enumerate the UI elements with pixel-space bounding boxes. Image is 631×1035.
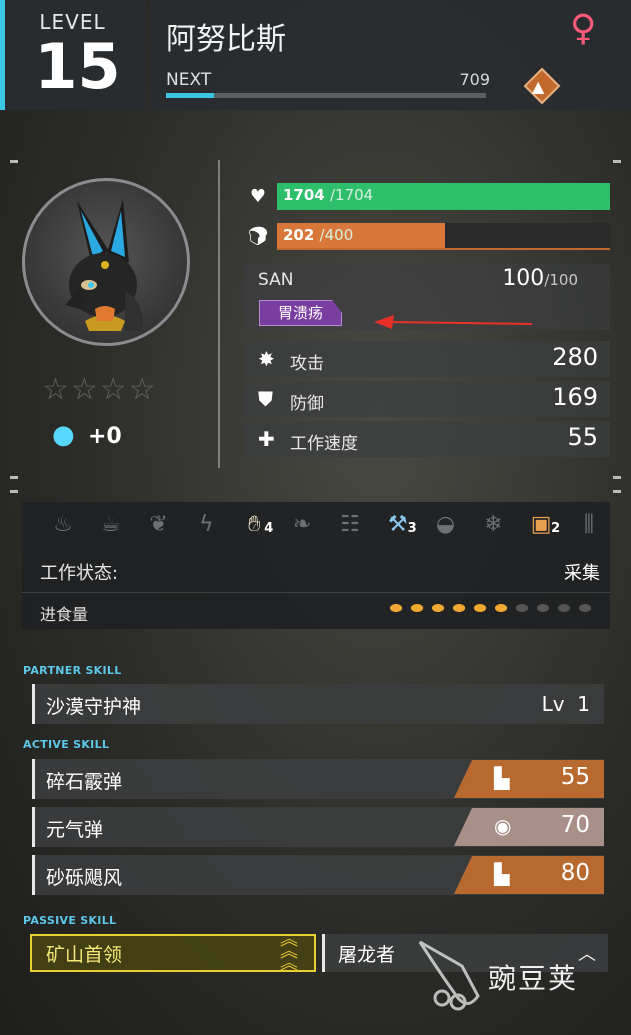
food-bread-icon: ⬬: [410, 599, 424, 617]
rank-stars: ☆☆☆☆: [42, 372, 158, 407]
neutral-element-icon: ◉: [494, 814, 512, 838]
work-status-label: 工作状态:: [40, 563, 119, 584]
lumbering-icon: ☷: [340, 512, 360, 537]
active-skill-name: 碎石霰弹: [46, 771, 123, 793]
work-speed-value: 55: [567, 423, 598, 451]
skill-power: 70: [560, 812, 590, 838]
skill-element-tag: ◉ 70: [454, 808, 604, 846]
defense-icon: ⛊: [258, 387, 273, 411]
attack-label: 攻击: [290, 354, 324, 374]
bread-icon: 🍞︎: [246, 226, 270, 247]
partner-skill-level-label: Lv: [541, 692, 565, 716]
watering-icon: ☕︎: [100, 512, 121, 537]
panel-corner-mark: [613, 476, 621, 479]
food-bread-icon: ⬬: [431, 599, 445, 617]
red-arrow-annotation: [374, 315, 533, 329]
heart-icon: ♥: [249, 186, 267, 207]
work-speed-icon: ✚: [258, 427, 275, 451]
food-bread-icon: ⬬: [515, 599, 529, 617]
panel-corner-mark: [10, 160, 18, 163]
female-icon: ♀: [570, 8, 597, 49]
defense-label: 防御: [290, 394, 324, 414]
skill-power: 55: [560, 764, 590, 790]
san-label: SAN: [258, 270, 294, 290]
active-skill-label: ACTIVE SKILL: [23, 738, 110, 751]
attack-icon: ✸: [258, 347, 275, 371]
ground-element-icon: ▙: [494, 766, 510, 790]
rank-up-chevrons-icon: ︽ ︽ ︽: [280, 929, 298, 974]
partner-skill-level-value: 1: [577, 692, 590, 716]
exp-bar: [166, 93, 486, 98]
skill-power: 80: [560, 860, 590, 886]
electricity-icon: ϟ: [199, 512, 214, 537]
partner-skill-name: 沙漠守护神: [46, 696, 142, 718]
hp-max: /1704: [329, 186, 374, 204]
work-status-value: 采集: [564, 563, 600, 584]
food-intake-label: 进食量: [40, 605, 89, 624]
skill-element-tag: ▙ 55: [454, 760, 604, 798]
hp-bar: 1704 /1704: [277, 183, 610, 210]
defense-value: 169: [552, 383, 598, 411]
gathering-icon: ❧: [292, 512, 312, 537]
food-bread-icon: ⬬: [536, 599, 550, 617]
status-ailment-tag[interactable]: 胃溃疡: [259, 300, 343, 326]
san-value: 100/100: [480, 266, 578, 291]
food-bread-icon: ⬬: [494, 599, 508, 617]
soul-flame-icon: ●: [52, 420, 75, 450]
hunger-bar: 202 /400: [277, 223, 610, 250]
cooling-icon: ❄: [484, 512, 503, 537]
passive-skill-label: PASSIVE SKILL: [23, 914, 117, 927]
transporting-level: 2: [551, 521, 561, 536]
hunger-max: /400: [319, 226, 354, 244]
farming-icon: ⫼: [583, 512, 594, 537]
food-bread-icon: ⬬: [473, 599, 487, 617]
medicine-icon: ◒: [435, 512, 456, 537]
hp-text: 1704 /1704: [283, 186, 373, 204]
hunger-text: 202 /400: [283, 226, 353, 244]
level-number: 15: [34, 30, 121, 103]
passive-skill-name: 屠龙者: [338, 944, 396, 966]
panel-divider: [218, 160, 220, 468]
ground-element-icon: ▲: [523, 67, 561, 105]
kindling-icon: ♨: [53, 512, 73, 537]
hp-current: 1704: [283, 186, 325, 204]
pal-portrait: [22, 178, 190, 346]
san-max: /100: [544, 271, 578, 289]
food-bread-icon: ⬬: [389, 599, 403, 617]
watermark-text: 豌豆荚: [488, 962, 579, 995]
work-speed-label: 工作速度: [290, 434, 358, 454]
food-bread-icon: ⬬: [578, 599, 592, 617]
food-bread-icon: ⬬: [557, 599, 571, 617]
san-current: 100: [502, 266, 545, 291]
skill-element-tag: ▙ 80: [454, 856, 604, 894]
soul-value: +0: [88, 424, 122, 449]
mining-level: 3: [407, 521, 417, 536]
active-skill-name: 砂砾飓风: [46, 867, 123, 889]
pal-name: 阿努比斯: [166, 22, 286, 57]
next-label: NEXT: [166, 70, 212, 90]
transporting-icon: ▣ 2: [524, 508, 560, 542]
partner-skill-level: Lv 1: [500, 692, 590, 716]
panel-corner-mark: [613, 490, 621, 493]
work-panel-separator: [22, 592, 610, 593]
planting-icon: ❦: [149, 512, 168, 537]
handiwork-icon: ✋︎ 4: [237, 508, 273, 542]
hunger-current: 202: [283, 226, 315, 244]
exp-bar-fill: [166, 93, 214, 98]
mining-icon: ⚒ 3: [381, 508, 417, 542]
panel-corner-mark: [10, 476, 18, 479]
panel-corner-mark: [10, 490, 18, 493]
attack-value: 280: [552, 343, 598, 371]
passive-skill-name: 矿山首领: [46, 944, 123, 966]
next-exp-value: 709: [459, 70, 490, 89]
food-intake-icons: ⬬ ⬬ ⬬ ⬬ ⬬ ⬬ ⬬ ⬬ ⬬ ⬬: [386, 598, 595, 618]
partner-skill-label: PARTNER SKILL: [23, 664, 122, 677]
food-bread-icon: ⬬: [452, 599, 466, 617]
handiwork-level: 4: [264, 521, 274, 536]
work-icons-row: ♨ ☕︎ ❦ ϟ ✋︎ 4 ❧ ☷ ⚒ 3 ◒ ❄ ▣ 2 ⫼: [46, 508, 606, 542]
ground-element-icon: ▙: [494, 862, 510, 886]
active-skill-name: 元气弹: [46, 819, 104, 841]
panel-corner-mark: [613, 160, 621, 163]
